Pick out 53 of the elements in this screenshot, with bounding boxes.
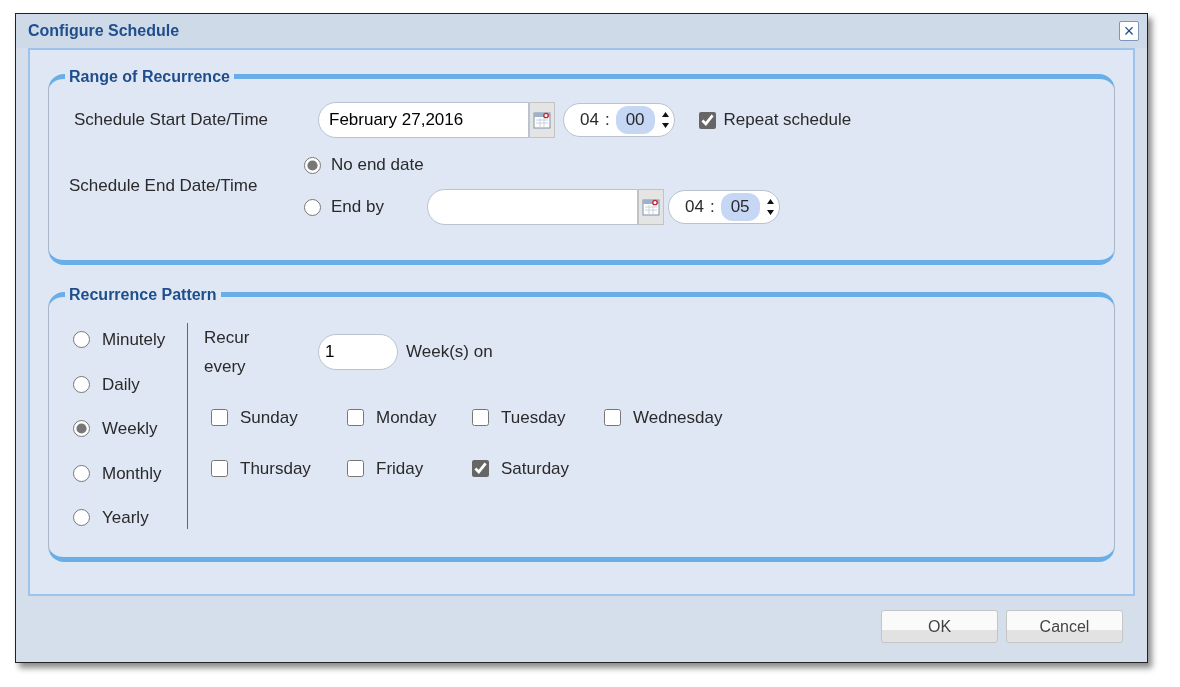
radio-button[interactable] [73,464,90,482]
checkbox[interactable] [698,111,716,129]
radio-label: Monthly [102,462,162,485]
spinner-arrows-icon[interactable] [660,110,670,130]
radio-button[interactable] [73,331,90,349]
radio-label: Weekly [102,418,158,440]
radio-label: Yearly [102,507,149,529]
field-label: Recur every [204,327,251,378]
checkbox-label: Sunday [240,407,298,429]
date-field[interactable] [427,189,638,225]
field-label: Schedule Start Date/Time [74,109,269,132]
time-spinner[interactable]: 04 : 00 [563,103,675,137]
radio-button[interactable] [304,156,321,174]
radio-button[interactable] [73,375,90,393]
window-title: Configure Schedule [28,21,180,41]
checkbox[interactable] [604,409,621,427]
checkbox[interactable] [211,459,228,477]
minute-value: 05 [720,193,760,221]
radio-label: Daily [102,373,140,396]
checkbox[interactable] [472,459,489,477]
spinner-arrows-icon[interactable] [765,197,775,217]
checkbox[interactable] [472,409,489,427]
date-field[interactable]: February 27,2016 [318,102,529,138]
time-spinner[interactable]: 04 : 05 [668,190,780,224]
radio-button[interactable] [73,509,90,527]
calendar-icon[interactable] [638,189,664,225]
radio-label: No end date [331,154,424,177]
checkbox-label: Thursday [240,457,311,480]
ok-button[interactable]: OK [881,610,998,643]
checkbox-label: Repeat schedule [723,109,852,132]
radio-button[interactable] [73,420,90,438]
close-button[interactable]: × [1119,21,1139,41]
radio-button[interactable] [304,198,321,216]
checkbox-label: Tuesday [501,407,566,429]
time-separator: : [709,196,715,219]
checkbox[interactable] [347,409,364,427]
cancel-button[interactable]: Cancel [1006,610,1123,643]
time-separator: : [604,109,610,132]
hour-value: 04 [580,109,599,132]
interval-field[interactable]: 1 [318,334,398,370]
radio-label: Minutely [102,329,166,351]
calendar-icon[interactable] [529,102,555,138]
minute-value: 00 [615,106,655,134]
radio-label: End by [331,196,385,219]
checkbox-label: Wednesday [633,407,723,429]
hour-value: 04 [685,196,704,219]
unit-label: Week(s) on [406,341,493,364]
checkbox[interactable] [347,459,364,477]
checkbox[interactable] [211,409,228,427]
checkbox-label: Friday [376,457,424,480]
checkbox-label: Monday [376,407,437,429]
checkbox-label: Saturday [501,457,570,480]
field-label: Schedule End Date/Time [69,175,259,198]
